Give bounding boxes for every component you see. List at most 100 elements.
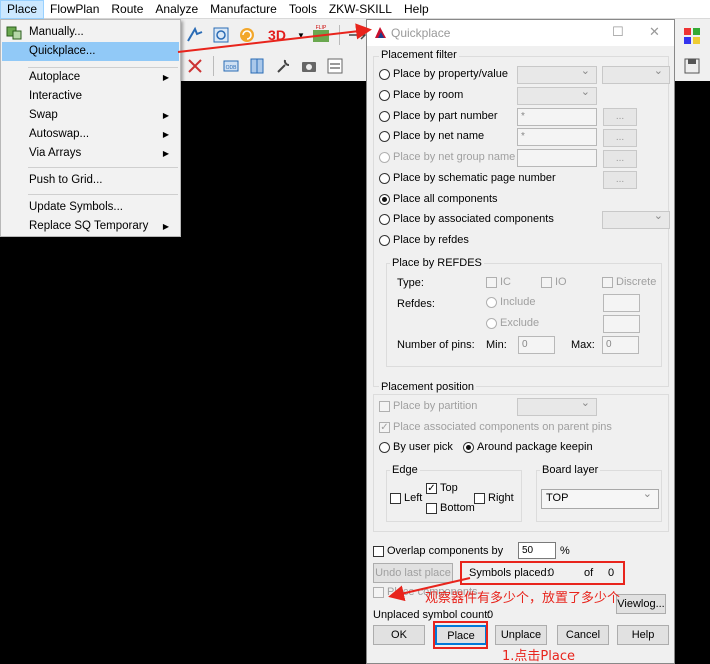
menu-place[interactable]: Place [0,0,45,19]
menu-separator [28,167,178,168]
edge-bottom-checkbox[interactable]: Bottom [426,502,475,514]
zoom-fit-icon[interactable] [210,24,232,46]
net-group-field[interactable] [517,149,597,167]
wrench-icon[interactable] [272,55,294,77]
radio-place-by-room[interactable]: Place by room [379,89,463,101]
schematic-page-browse-button[interactable]: ... [603,171,637,189]
type-ic-checkbox[interactable]: IC [486,276,511,288]
close-icon[interactable]: ✕ [649,24,660,40]
include-field[interactable] [603,294,640,312]
layer-icon[interactable] [246,55,268,77]
partition-combo[interactable] [517,396,597,416]
edge-right-checkbox[interactable]: Right [474,492,514,504]
type-label: Type: [397,277,424,289]
menu-zkw-skill[interactable]: ZKW-SKILL [323,0,398,19]
color-palette-icon[interactable] [681,25,703,47]
dialog-title: Quickplace [391,26,451,40]
route-icon[interactable] [184,24,206,46]
menu-analyze[interactable]: Analyze [149,0,204,19]
associated-combo[interactable] [602,209,670,229]
separator [210,55,216,77]
radio-place-all-components[interactable]: Place all components [379,193,498,205]
unplaced-count-label: Unplaced symbol count: [373,609,491,621]
camera-icon[interactable] [298,55,320,77]
net-group-browse-button[interactable]: ... [603,150,637,168]
menu-flowplan[interactable]: FlowPlan [44,0,105,19]
submenu-arrow-icon: ▶ [162,222,169,231]
net-name-field[interactable]: * [517,128,597,146]
menu-item-manually[interactable]: Manually... [2,23,179,42]
by-partition-checkbox[interactable]: Place by partition [379,400,477,412]
cancel-button[interactable]: Cancel [557,625,609,645]
num-pins-label: Number of pins: [397,339,475,351]
menu-route[interactable]: Route [105,0,149,19]
placement-position-label: Placement position [379,381,476,393]
maximize-icon[interactable]: ☐ [612,24,624,40]
viewlog-button[interactable]: Viewlog... [616,594,666,614]
unplaced-count-value: 0 [487,609,494,621]
menu-item-push-to-grid[interactable]: Push to Grid... [2,171,179,190]
menu-item-update-symbols[interactable]: Update Symbols... [2,198,179,217]
board-layer-combo[interactable]: TOP [541,487,659,509]
type-discrete-checkbox[interactable]: Discrete [602,276,656,288]
observe-note: 观察器件有多少个，放置了多少个 [425,591,621,606]
menu-item-autoswap[interactable]: Autoswap... ▶ [2,125,179,144]
menu-item-replace-sq[interactable]: Replace SQ Temporary ▶ [2,217,179,236]
radio-by-user-pick[interactable]: By user pick [379,441,453,453]
radio-place-by-schematic-page[interactable]: Place by schematic page number [379,172,556,184]
place-menu-dropdown: Manually... Quickplace... Autoplace ▶ Int… [0,19,181,237]
move-icon[interactable] [346,24,368,46]
menu-tools[interactable]: Tools [283,0,323,19]
net-name-browse-button[interactable]: ... [603,129,637,147]
radio-place-by-refdes[interactable]: Place by refdes [379,234,469,246]
min-pins-field[interactable]: 0 [518,336,555,354]
svg-text:ODB: ODB [226,65,238,71]
menu-item-quickplace[interactable]: Quickplace... [2,42,179,61]
menu-bar: Place FlowPlan Route Analyze Manufacture… [0,0,710,19]
overlap-value-field[interactable]: 50 [518,542,556,559]
placement-filter-label: Placement filter [379,49,459,61]
max-label: Max: [571,339,595,351]
edge-top-checkbox[interactable]: ✓ Top [426,482,458,494]
delete-icon[interactable] [184,55,206,77]
dialog-titlebar: Quickplace ☐ ✕ [367,20,674,46]
assoc-parent-pins-checkbox[interactable]: ✓ Place associated components on parent p… [379,421,612,433]
ok-button[interactable]: OK [373,625,425,645]
unplace-button[interactable]: Unplace [495,625,547,645]
type-io-checkbox[interactable]: IO [541,276,567,288]
radio-exclude[interactable]: Exclude [486,317,539,329]
menu-item-swap[interactable]: Swap ▶ [2,106,179,125]
radio-place-by-net-group[interactable]: Place by net group name [379,151,515,163]
radio-place-by-property[interactable]: Place by property/value [379,68,508,80]
help-button[interactable]: Help [617,625,669,645]
menu-manufacture[interactable]: Manufacture [204,0,283,19]
radio-place-by-net-name[interactable]: Place by net name [379,130,484,142]
room-combo[interactable] [517,85,597,105]
menu-help[interactable]: Help [398,0,435,19]
max-pins-field[interactable]: 0 [602,336,639,354]
value-combo[interactable] [602,64,670,84]
numbering-icon[interactable] [324,55,346,77]
separator [336,24,342,46]
exclude-field[interactable] [603,315,640,333]
property-combo[interactable] [517,64,597,84]
odb-export-icon[interactable]: ODB [220,55,242,77]
dropdown-arrow-icon[interactable]: ▼ [296,24,306,46]
radio-place-by-part-number[interactable]: Place by part number [379,110,498,122]
part-number-field[interactable]: * [517,108,597,126]
refresh-icon[interactable] [236,24,258,46]
part-number-browse-button[interactable]: ... [603,108,637,126]
flip-icon[interactable]: FLIP [310,24,332,46]
menu-item-autoplace[interactable]: Autoplace ▶ [2,68,179,87]
menu-item-interactive[interactable]: Interactive [2,87,179,106]
radio-place-by-associated[interactable]: Place by associated components [379,213,554,225]
overlap-checkbox[interactable]: Overlap components by [373,545,503,557]
menu-item-via-arrays[interactable]: Via Arrays ▶ [2,144,179,163]
radio-include[interactable]: Include [486,296,535,308]
view-3d-icon[interactable]: 3D [262,24,292,46]
radio-around-keepin[interactable]: Around package keepin [463,441,593,453]
save-icon[interactable] [681,55,703,77]
undo-last-place-button[interactable]: Undo last place [373,563,453,583]
edge-left-checkbox[interactable]: Left [390,492,422,504]
symbols-placed-highlight [460,561,625,585]
